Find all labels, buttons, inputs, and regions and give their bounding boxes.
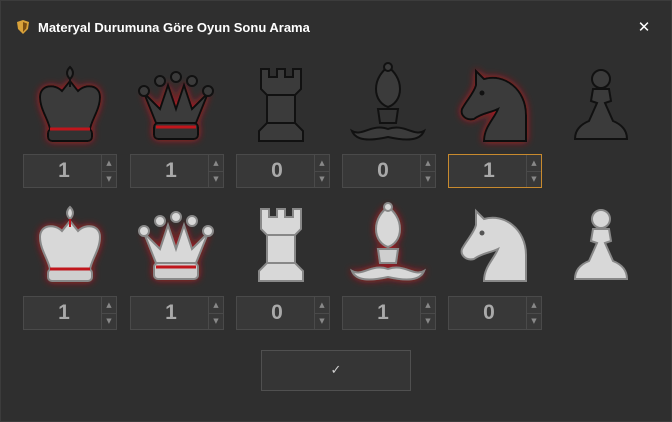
black-bishop-count-value[interactable]: 0 bbox=[343, 155, 423, 187]
shield-icon bbox=[17, 20, 29, 34]
spin-buttons: ▲ ▼ bbox=[314, 297, 329, 329]
white-bishop-count-stepper[interactable]: 1 ▲ ▼ bbox=[342, 296, 436, 330]
window-title: Materyal Durumuna Göre Oyun Sonu Arama bbox=[38, 20, 310, 35]
ok-button[interactable]: ✓ bbox=[261, 350, 411, 391]
spin-buttons: ▲ ▼ bbox=[208, 155, 223, 187]
increment-icon[interactable]: ▲ bbox=[421, 297, 435, 314]
decrement-icon[interactable]: ▼ bbox=[527, 171, 541, 187]
black-knight-count-value[interactable]: 1 bbox=[449, 155, 529, 187]
decrement-icon[interactable]: ▼ bbox=[209, 313, 223, 329]
spin-buttons: ▲ ▼ bbox=[526, 297, 541, 329]
increment-icon[interactable]: ▲ bbox=[315, 297, 329, 314]
spin-buttons: ▲ ▼ bbox=[526, 155, 541, 187]
white-knight-icon[interactable] bbox=[446, 197, 542, 293]
close-icon[interactable]: ✕ bbox=[635, 18, 653, 36]
white-bishop-icon[interactable] bbox=[340, 197, 436, 293]
increment-icon[interactable]: ▲ bbox=[102, 297, 116, 314]
spin-buttons: ▲ ▼ bbox=[420, 155, 435, 187]
black-king-count-value[interactable]: 1 bbox=[24, 155, 104, 187]
white-rook-count-stepper[interactable]: 0 ▲ ▼ bbox=[236, 296, 330, 330]
black-rook-count-stepper[interactable]: 0 ▲ ▼ bbox=[236, 154, 330, 188]
decrement-icon[interactable]: ▼ bbox=[527, 313, 541, 329]
black-knight-count-stepper[interactable]: 1 ▲ ▼ bbox=[448, 154, 542, 188]
white-queen-icon[interactable] bbox=[128, 197, 224, 293]
white-pawn-icon bbox=[553, 197, 649, 293]
black-rook-icon[interactable] bbox=[233, 57, 329, 153]
black-queen-count-stepper[interactable]: 1 ▲ ▼ bbox=[130, 154, 224, 188]
white-knight-count-stepper[interactable]: 0 ▲ ▼ bbox=[448, 296, 542, 330]
white-bishop-count-value[interactable]: 1 bbox=[343, 297, 423, 329]
decrement-icon[interactable]: ▼ bbox=[102, 313, 116, 329]
increment-icon[interactable]: ▲ bbox=[527, 155, 541, 172]
spin-buttons: ▲ ▼ bbox=[208, 297, 223, 329]
white-king-icon[interactable] bbox=[22, 197, 118, 293]
white-rook-count-value[interactable]: 0 bbox=[237, 297, 317, 329]
white-knight-count-value[interactable]: 0 bbox=[449, 297, 529, 329]
increment-icon[interactable]: ▲ bbox=[102, 155, 116, 172]
spin-buttons: ▲ ▼ bbox=[314, 155, 329, 187]
white-king-count-stepper[interactable]: 1 ▲ ▼ bbox=[23, 296, 117, 330]
spin-buttons: ▲ ▼ bbox=[101, 297, 116, 329]
white-queen-count-value[interactable]: 1 bbox=[131, 297, 211, 329]
increment-icon[interactable]: ▲ bbox=[527, 297, 541, 314]
decrement-icon[interactable]: ▼ bbox=[209, 171, 223, 187]
decrement-icon[interactable]: ▼ bbox=[102, 171, 116, 187]
black-bishop-count-stepper[interactable]: 0 ▲ ▼ bbox=[342, 154, 436, 188]
black-queen-count-value[interactable]: 1 bbox=[131, 155, 211, 187]
spin-buttons: ▲ ▼ bbox=[101, 155, 116, 187]
white-rook-icon[interactable] bbox=[233, 197, 329, 293]
black-king-icon[interactable] bbox=[22, 57, 118, 153]
increment-icon[interactable]: ▲ bbox=[209, 155, 223, 172]
black-knight-icon[interactable] bbox=[446, 57, 542, 153]
black-king-count-stepper[interactable]: 1 ▲ ▼ bbox=[23, 154, 117, 188]
white-queen-count-stepper[interactable]: 1 ▲ ▼ bbox=[130, 296, 224, 330]
spin-buttons: ▲ ▼ bbox=[420, 297, 435, 329]
decrement-icon[interactable]: ▼ bbox=[315, 313, 329, 329]
black-rook-count-value[interactable]: 0 bbox=[237, 155, 317, 187]
white-king-count-value[interactable]: 1 bbox=[24, 297, 104, 329]
title-bar: Materyal Durumuna Göre Oyun Sonu Arama ✕ bbox=[1, 1, 671, 41]
decrement-icon[interactable]: ▼ bbox=[421, 313, 435, 329]
decrement-icon[interactable]: ▼ bbox=[315, 171, 329, 187]
black-queen-icon[interactable] bbox=[128, 57, 224, 153]
increment-icon[interactable]: ▲ bbox=[421, 155, 435, 172]
increment-icon[interactable]: ▲ bbox=[315, 155, 329, 172]
increment-icon[interactable]: ▲ bbox=[209, 297, 223, 314]
decrement-icon[interactable]: ▼ bbox=[421, 171, 435, 187]
black-bishop-icon[interactable] bbox=[340, 57, 436, 153]
black-pawn-icon bbox=[553, 57, 649, 153]
dialog-window: Materyal Durumuna Göre Oyun Sonu Arama ✕ bbox=[0, 0, 672, 422]
